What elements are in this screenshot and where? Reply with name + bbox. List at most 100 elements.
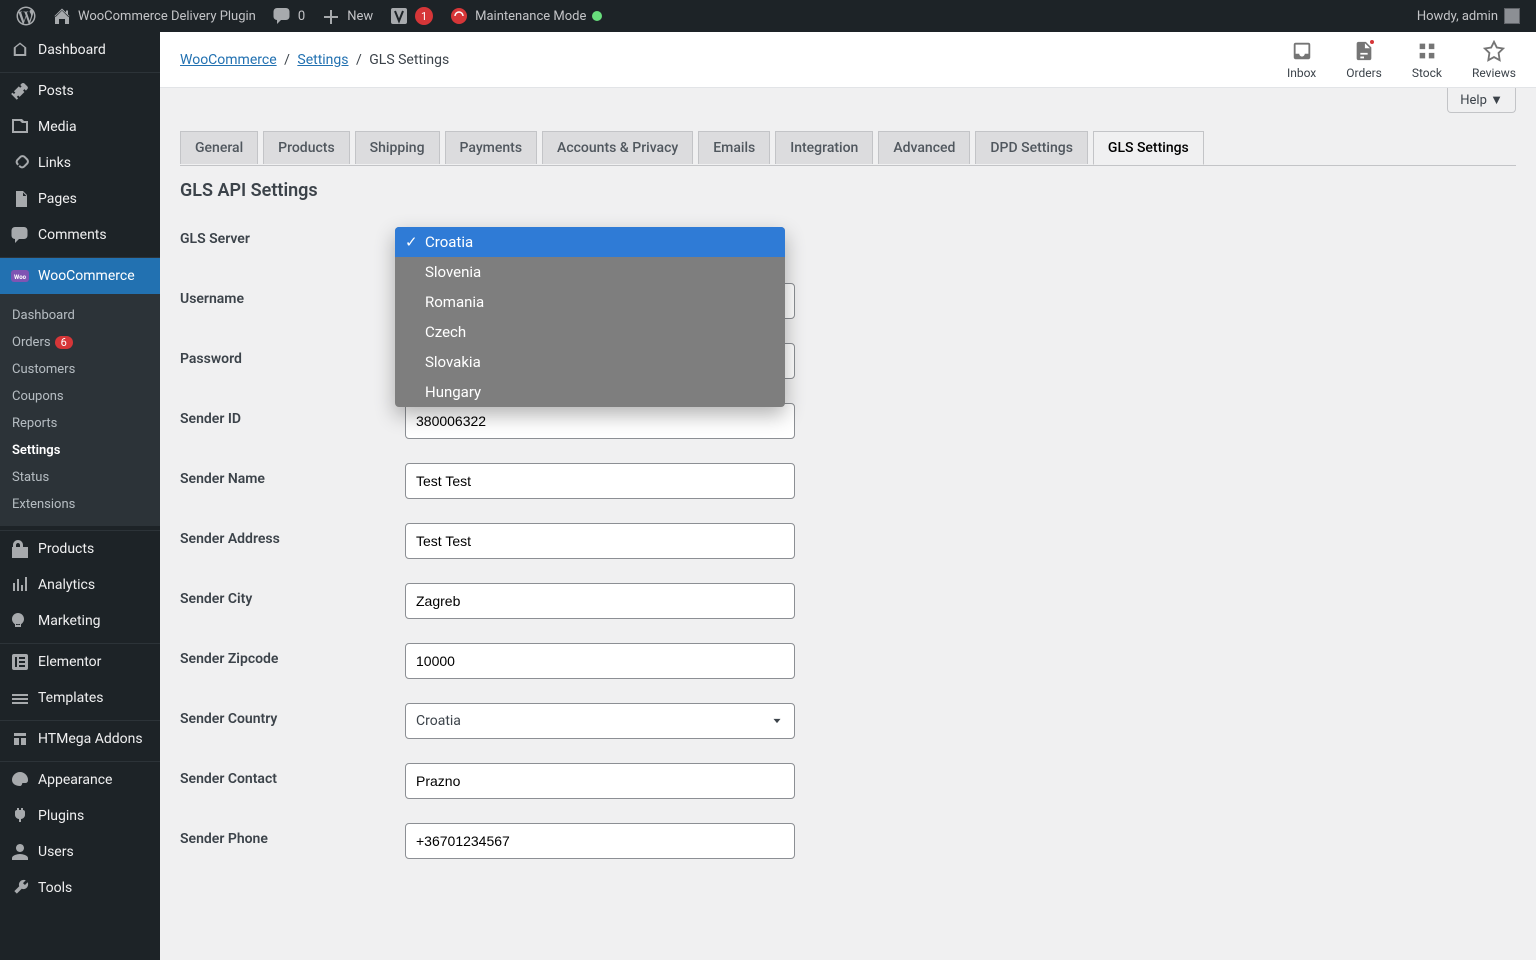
- user-avatar: [1504, 8, 1520, 24]
- sidebar-item-templates[interactable]: Templates: [0, 680, 160, 716]
- header-reviews[interactable]: Reviews: [1472, 40, 1516, 80]
- tab-accounts-privacy[interactable]: Accounts & Privacy: [542, 131, 693, 164]
- submenu-item-customers[interactable]: Customers: [0, 356, 160, 383]
- sidebar-item-tools[interactable]: Tools: [0, 870, 160, 906]
- tab-emails[interactable]: Emails: [698, 131, 770, 164]
- link-icon: [10, 153, 30, 173]
- submenu-item-orders[interactable]: Orders6: [0, 329, 160, 356]
- input-sender-city[interactable]: [405, 583, 795, 619]
- dropdown-option-hungary[interactable]: Hungary: [395, 377, 785, 407]
- breadcrumb-settings[interactable]: Settings: [297, 52, 348, 68]
- sidebar-item-appearance[interactable]: Appearance: [0, 762, 160, 798]
- input-sender-id[interactable]: [405, 403, 795, 439]
- label-gls-server: GLS Server: [180, 223, 405, 247]
- tab-advanced[interactable]: Advanced: [878, 131, 970, 164]
- stock-icon: [1416, 40, 1438, 62]
- dropdown-option-romania[interactable]: Romania: [395, 287, 785, 317]
- select-sender-country[interactable]: Croatia: [405, 703, 795, 739]
- label-sender-phone: Sender Phone: [180, 823, 405, 847]
- comments-link[interactable]: 0: [264, 0, 313, 32]
- templates-icon: [10, 688, 30, 708]
- sidebar-item-comments[interactable]: Comments: [0, 217, 160, 253]
- submenu-item-coupons[interactable]: Coupons: [0, 383, 160, 410]
- submenu-item-status[interactable]: Status: [0, 464, 160, 491]
- submenu-item-dashboard[interactable]: Dashboard: [0, 302, 160, 329]
- media-icon: [10, 117, 30, 137]
- breadcrumb-woocommerce[interactable]: WooCommerce: [180, 52, 277, 68]
- maintenance-label: Maintenance Mode: [475, 9, 586, 24]
- submenu-item-extensions[interactable]: Extensions: [0, 491, 160, 518]
- orders-notification-dot: [1368, 38, 1376, 46]
- sidebar-item-pages[interactable]: Pages: [0, 181, 160, 217]
- sidebar-item-plugins[interactable]: Plugins: [0, 798, 160, 834]
- site-title-text: WooCommerce Delivery Plugin: [78, 9, 256, 24]
- help-tab[interactable]: Help ▼: [1447, 88, 1516, 113]
- comment-icon: [272, 6, 292, 26]
- breadcrumb: WooCommerce / Settings / GLS Settings: [180, 52, 449, 68]
- products-icon: [10, 539, 30, 559]
- plus-icon: [321, 6, 341, 26]
- sidebar-item-analytics[interactable]: Analytics: [0, 567, 160, 603]
- input-sender-name[interactable]: [405, 463, 795, 499]
- tab-shipping[interactable]: Shipping: [355, 131, 440, 164]
- chevron-down-icon: [770, 714, 784, 728]
- breadcrumb-current: GLS Settings: [369, 52, 449, 68]
- menu-label: Tools: [38, 880, 72, 896]
- dropdown-option-croatia[interactable]: Croatia: [395, 227, 785, 257]
- menu-label: Users: [38, 844, 74, 860]
- submenu-item-reports[interactable]: Reports: [0, 410, 160, 437]
- header-inbox[interactable]: Inbox: [1287, 40, 1316, 80]
- dropdown-option-slovakia[interactable]: Slovakia: [395, 347, 785, 377]
- wp-logo[interactable]: [8, 0, 44, 32]
- gls-server-dropdown: CroatiaSloveniaRomaniaCzechSlovakiaHunga…: [395, 227, 785, 407]
- sidebar-item-dashboard[interactable]: Dashboard: [0, 32, 160, 68]
- visual-builder-item[interactable]: 1: [381, 0, 441, 32]
- menu-label: Posts: [38, 83, 74, 99]
- row-sender-contact: Sender Contact: [180, 751, 1516, 811]
- tab-payments[interactable]: Payments: [445, 131, 538, 164]
- reviews-icon: [1483, 40, 1505, 62]
- input-sender-contact[interactable]: [405, 763, 795, 799]
- tools-icon: [10, 878, 30, 898]
- tab-integration[interactable]: Integration: [775, 131, 873, 164]
- page-header: WooCommerce / Settings / GLS Settings In…: [160, 32, 1536, 88]
- input-sender-address[interactable]: [405, 523, 795, 559]
- inbox-icon: [1291, 40, 1313, 62]
- site-name[interactable]: WooCommerce Delivery Plugin: [44, 0, 264, 32]
- dropdown-option-slovenia[interactable]: Slovenia: [395, 257, 785, 287]
- dropdown-option-czech[interactable]: Czech: [395, 317, 785, 347]
- menu-label: Links: [38, 155, 71, 171]
- row-sender-country: Sender Country Croatia: [180, 691, 1516, 751]
- submenu-item-settings[interactable]: Settings: [0, 437, 160, 464]
- row-password: Password: [180, 331, 1516, 391]
- sidebar-item-elementor[interactable]: Elementor: [0, 644, 160, 680]
- input-sender-phone[interactable]: [405, 823, 795, 859]
- sidebar-item-htmega-addons[interactable]: HTMega Addons: [0, 721, 160, 757]
- sidebar-item-woocommerce[interactable]: WooWooCommerce: [0, 258, 160, 294]
- row-username: Username: [180, 271, 1516, 331]
- woo-icon: Woo: [10, 266, 30, 286]
- svg-text:Woo: Woo: [14, 274, 27, 281]
- tab-general[interactable]: General: [180, 131, 258, 164]
- section-title: GLS API Settings: [160, 166, 1536, 211]
- pin-icon: [10, 81, 30, 101]
- header-orders[interactable]: Orders: [1346, 40, 1382, 80]
- vf-icon: [389, 6, 409, 26]
- sidebar-item-posts[interactable]: Posts: [0, 73, 160, 109]
- new-content[interactable]: New: [313, 0, 381, 32]
- header-stock[interactable]: Stock: [1412, 40, 1442, 80]
- sidebar-item-links[interactable]: Links: [0, 145, 160, 181]
- sidebar-item-products[interactable]: Products: [0, 531, 160, 567]
- maintenance-link[interactable]: Maintenance Mode: [441, 0, 610, 32]
- comment-icon: [10, 225, 30, 245]
- tab-gls-settings[interactable]: GLS Settings: [1093, 131, 1204, 165]
- tab-products[interactable]: Products: [263, 131, 350, 164]
- plugins-icon: [10, 806, 30, 826]
- sidebar-item-media[interactable]: Media: [0, 109, 160, 145]
- menu-label: Products: [38, 541, 94, 557]
- sidebar-item-marketing[interactable]: Marketing: [0, 603, 160, 639]
- howdy-menu[interactable]: Howdy, admin: [1409, 0, 1528, 32]
- sidebar-item-users[interactable]: Users: [0, 834, 160, 870]
- tab-dpd-settings[interactable]: DPD Settings: [975, 131, 1088, 164]
- input-sender-zipcode[interactable]: [405, 643, 795, 679]
